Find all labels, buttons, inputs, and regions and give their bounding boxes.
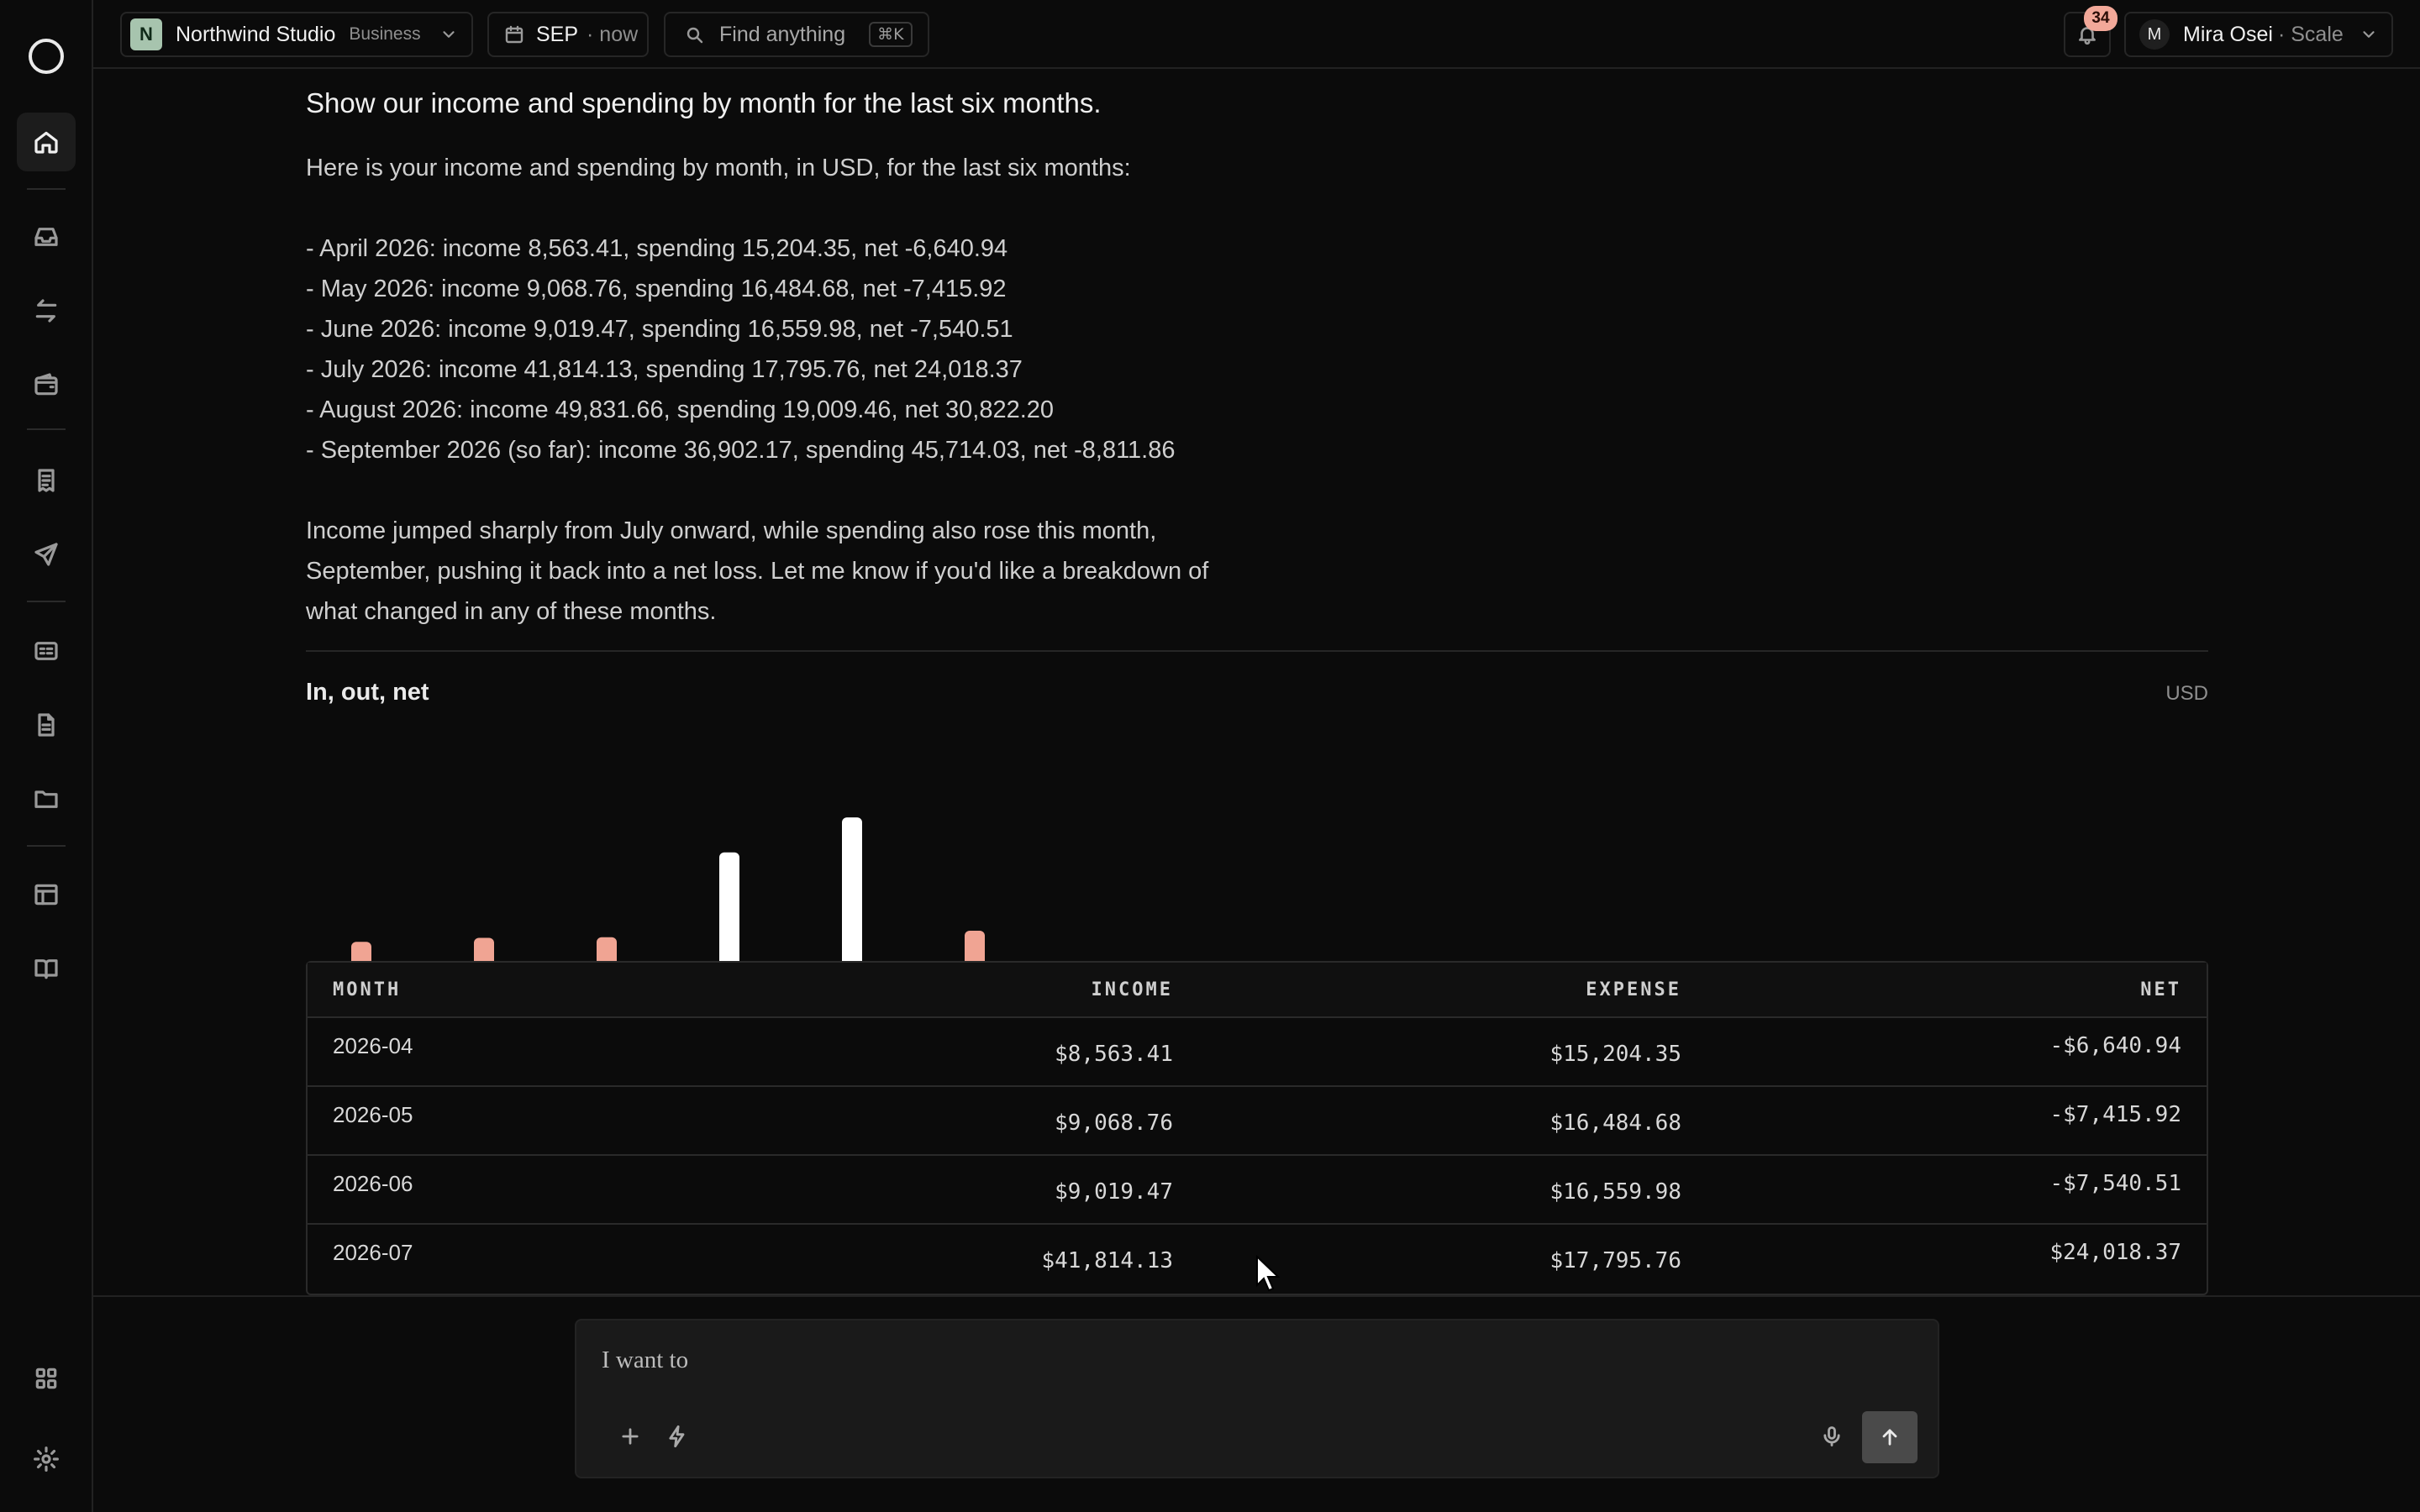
cell-expense: $16,484.68 xyxy=(1549,1110,1681,1136)
answer-summary: September, pushing it back into a net lo… xyxy=(306,558,1209,585)
sidebar-divider xyxy=(27,428,66,430)
message-input[interactable] xyxy=(602,1341,1912,1379)
home-icon[interactable] xyxy=(17,113,76,171)
app-logo-icon[interactable] xyxy=(29,39,64,74)
chart-title: In, out, net xyxy=(306,679,429,706)
column-header-month: MONTH xyxy=(333,979,402,1000)
assistant-answer: Here is your income and spending by mont… xyxy=(306,148,1281,632)
chart-unit: USD xyxy=(2165,682,2208,705)
period-selector[interactable]: SEP · now xyxy=(487,12,649,57)
apps-grid-icon[interactable] xyxy=(17,1349,76,1408)
composer-area xyxy=(93,1295,2420,1512)
search-shortcut: ⌘K xyxy=(869,22,913,47)
monthly-table: MONTH INCOME EXPENSE NET 2026-04 $8,563.… xyxy=(306,961,2208,1295)
user-question: Show our income and spending by month fo… xyxy=(306,87,1102,118)
notification-count-badge: 34 xyxy=(2084,6,2118,31)
send-icon[interactable] xyxy=(17,525,76,584)
table-row: 2026-04 $8,563.41 $15,204.35 -$6,640.94 xyxy=(308,1018,2207,1087)
search-placeholder: Find anything xyxy=(719,22,846,46)
sidebar-divider xyxy=(27,601,66,602)
mouse-cursor-icon xyxy=(1256,1255,1281,1292)
cell-month: 2026-06 xyxy=(333,1171,413,1196)
cell-net: -$7,540.51 xyxy=(2049,1171,2181,1196)
inbox-icon[interactable] xyxy=(17,207,76,266)
search-icon xyxy=(687,27,703,44)
gear-icon[interactable] xyxy=(17,1430,76,1488)
answer-intro: Here is your income and spending by mont… xyxy=(306,155,1131,181)
quick-actions-button[interactable] xyxy=(655,1415,699,1458)
workspace-avatar: N xyxy=(130,18,162,50)
period-label: SEP xyxy=(536,22,579,46)
receipt-icon[interactable] xyxy=(17,451,76,510)
cell-month: 2026-07 xyxy=(333,1240,413,1265)
user-menu[interactable]: M Mira Osei · Scale xyxy=(2124,12,2393,57)
column-header-net: NET xyxy=(2140,979,2181,1000)
user-plan: · Scale xyxy=(2277,22,2344,46)
sidebar-divider xyxy=(27,845,66,847)
wallet-icon[interactable] xyxy=(17,355,76,414)
answer-bullet: - August 2026: income 49,831.66, spendin… xyxy=(306,396,1055,423)
chart-bar-jul[interactable] xyxy=(719,852,739,976)
table-row: 2026-05 $9,068.76 $16,484.68 -$7,415.92 xyxy=(308,1087,2207,1156)
cell-expense: $15,204.35 xyxy=(1549,1042,1681,1067)
answer-bullet: - July 2026: income 41,814.13, spending … xyxy=(306,356,1023,383)
workspace-name: Northwind Studio xyxy=(176,22,336,46)
cell-income: $9,019.47 xyxy=(1055,1179,1173,1205)
sidebar xyxy=(0,0,93,1512)
answer-summary: Income jumped sharply from July onward, … xyxy=(306,517,1157,544)
notifications-button[interactable]: 34 xyxy=(2064,6,2118,57)
arrow-up-icon xyxy=(1882,1429,1897,1446)
composer xyxy=(575,1319,1939,1478)
table-header: MONTH INCOME EXPENSE NET xyxy=(308,963,2207,1018)
column-header-expense: EXPENSE xyxy=(1586,979,1681,1000)
voice-input-button[interactable] xyxy=(1810,1415,1854,1458)
answer-bullet: - June 2026: income 9,019.47, spending 1… xyxy=(306,316,1013,343)
cell-expense: $16,559.98 xyxy=(1549,1179,1681,1205)
cell-net: -$7,415.92 xyxy=(2049,1102,2181,1127)
sidebar-divider xyxy=(27,188,66,190)
document-icon[interactable] xyxy=(17,696,76,754)
chart-bar-aug[interactable] xyxy=(842,817,862,976)
search-button[interactable]: Find anything ⌘K xyxy=(664,12,929,57)
attach-button[interactable] xyxy=(608,1415,652,1458)
table-row: 2026-06 $9,019.47 $16,559.98 -$7,540.51 xyxy=(308,1156,2207,1225)
period-suffix: · now xyxy=(587,22,639,46)
calendar-icon xyxy=(505,25,523,44)
microphone-icon xyxy=(1823,1426,1840,1446)
contact-card-icon[interactable] xyxy=(17,622,76,680)
conversation-area: Show our income and spending by month fo… xyxy=(93,69,2420,1295)
column-header-income: INCOME xyxy=(1091,979,1173,1000)
workspace-plan: Business xyxy=(349,24,421,44)
cell-net: -$6,640.94 xyxy=(2049,1033,2181,1058)
chevron-down-icon xyxy=(2363,31,2375,38)
chevron-down-icon xyxy=(443,31,455,38)
cell-net: $24,018.37 xyxy=(2049,1240,2181,1265)
cell-income: $41,814.13 xyxy=(1041,1248,1173,1273)
answer-bullet: - May 2026: income 9,068.76, spending 16… xyxy=(306,276,1007,302)
cell-month: 2026-04 xyxy=(333,1033,413,1058)
answer-bullet: - September 2026 (so far): income 36,902… xyxy=(306,437,1176,464)
section-divider xyxy=(306,650,2208,652)
lightning-icon xyxy=(669,1425,685,1448)
book-icon[interactable] xyxy=(17,939,76,998)
folder-icon[interactable] xyxy=(17,769,76,828)
answer-bullet: - April 2026: income 8,563.41, spending … xyxy=(306,235,1008,262)
user-name: Mira Osei xyxy=(2183,22,2273,46)
app-root: N Northwind Studio Business SEP · now Fi… xyxy=(0,0,2420,1512)
table-icon[interactable] xyxy=(17,865,76,924)
cell-income: $9,068.76 xyxy=(1055,1110,1173,1136)
cell-month: 2026-05 xyxy=(333,1102,413,1127)
plus-icon xyxy=(622,1428,639,1445)
send-button[interactable] xyxy=(1862,1411,1918,1463)
answer-summary: what changed in any of these months. xyxy=(306,598,717,625)
net-bar-chart: AprMayJunJulAugSep xyxy=(306,817,1030,993)
cell-income: $8,563.41 xyxy=(1055,1042,1173,1067)
avatar: M xyxy=(2139,19,2170,50)
transfer-icon[interactable] xyxy=(17,281,76,340)
workspace-switcher[interactable]: N Northwind Studio Business xyxy=(120,12,473,57)
cell-expense: $17,795.76 xyxy=(1549,1248,1681,1273)
top-bar: N Northwind Studio Business SEP · now Fi… xyxy=(93,0,2420,69)
